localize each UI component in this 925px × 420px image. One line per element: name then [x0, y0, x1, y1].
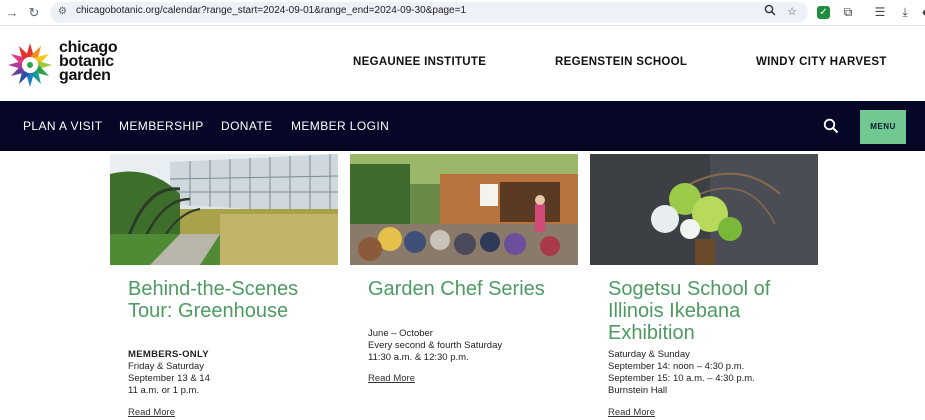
nav-member-login[interactable]: MEMBER LOGIN	[291, 119, 389, 133]
top-link-regenstein-school[interactable]: REGENSTEIN SCHOOL	[555, 56, 687, 68]
url-text: chicagobotanic.org/calendar?range_start=…	[76, 5, 467, 16]
reading-list-icon[interactable]: ☰	[872, 4, 888, 20]
event-details: Saturday & Sunday September 14: noon – 4…	[608, 349, 813, 397]
garden-chef-image[interactable]	[350, 154, 578, 265]
members-only-label: MEMBERS-ONLY	[128, 349, 209, 360]
forward-arrow-icon[interactable]: →	[3, 4, 21, 22]
event-detail-line: Friday & Saturday	[128, 361, 205, 372]
top-link-windy-city-harvest[interactable]: WINDY CITY HARVEST	[756, 56, 887, 68]
read-more-link[interactable]: Read More	[368, 373, 415, 384]
zoom-icon[interactable]	[762, 4, 778, 20]
main-navigation: PLAN A VISIT MEMBERSHIP DONATE MEMBER LO…	[0, 101, 925, 151]
event-detail-line: 11 a.m. or 1 p.m.	[128, 385, 200, 396]
event-detail-line: June – October	[368, 328, 433, 339]
bookmark-star-icon[interactable]: ☆	[784, 4, 800, 20]
browser-toolbar: → ↻ ⚙ chicagobotanic.org/calendar?range_…	[0, 0, 925, 26]
event-detail-line: Every second & fourth Saturday	[368, 340, 503, 351]
top-link-negaunee-institute[interactable]: NEGAUNEE INSTITUTE	[353, 56, 486, 68]
event-detail-line: September 14: noon – 4:30 p.m.	[608, 361, 745, 372]
logo-flower-icon[interactable]	[6, 41, 54, 89]
menu-button[interactable]: MENU	[860, 110, 906, 144]
extension-check-icon[interactable]: ✓	[817, 6, 830, 19]
event-details: MEMBERS-ONLY Friday & Saturday September…	[128, 349, 333, 397]
event-detail-line: September 15: 10 a.m. – 4:30 p.m.	[608, 373, 755, 384]
extensions-puzzle-icon[interactable]: ⧉	[840, 4, 856, 20]
site-info-icon[interactable]: ⚙	[58, 6, 70, 18]
download-icon[interactable]: ⤓	[897, 4, 913, 20]
read-more-link[interactable]: Read More	[128, 407, 175, 418]
nav-donate[interactable]: DONATE	[221, 119, 273, 133]
nav-plan-a-visit[interactable]: PLAN A VISIT	[23, 119, 103, 133]
event-title[interactable]: Sogetsu School of Illinois Ikebana Exhib…	[608, 278, 813, 344]
nav-membership[interactable]: MEMBERSHIP	[119, 119, 204, 133]
logo-wordmark[interactable]: chicago botanic garden	[59, 40, 118, 84]
event-details: June – October Every second & fourth Sat…	[368, 328, 573, 364]
read-more-link[interactable]: Read More	[608, 407, 655, 418]
address-bar[interactable]: ⚙ chicagobotanic.org/calendar?range_star…	[50, 2, 808, 23]
greenhouse-tour-image[interactable]	[110, 154, 338, 265]
event-detail-line: Burnstein Hall	[608, 385, 668, 396]
site-header: chicago botanic garden NEGAUNEE INSTITUT…	[0, 27, 925, 101]
search-icon[interactable]	[823, 118, 839, 134]
ikebana-exhibition-image[interactable]	[590, 154, 818, 265]
event-detail-line: Saturday & Sunday	[608, 349, 690, 360]
logo-line: garden	[59, 67, 111, 84]
event-detail-line: September 13 & 14	[128, 373, 210, 384]
event-detail-line: 11:30 a.m. & 12:30 p.m.	[368, 352, 469, 363]
event-title[interactable]: Garden Chef Series	[368, 278, 573, 300]
event-title[interactable]: Behind-the-Scenes Tour: Greenhouse	[128, 278, 333, 322]
reload-icon[interactable]: ↻	[25, 4, 43, 22]
profile-icon[interactable]: ◖	[916, 4, 925, 20]
